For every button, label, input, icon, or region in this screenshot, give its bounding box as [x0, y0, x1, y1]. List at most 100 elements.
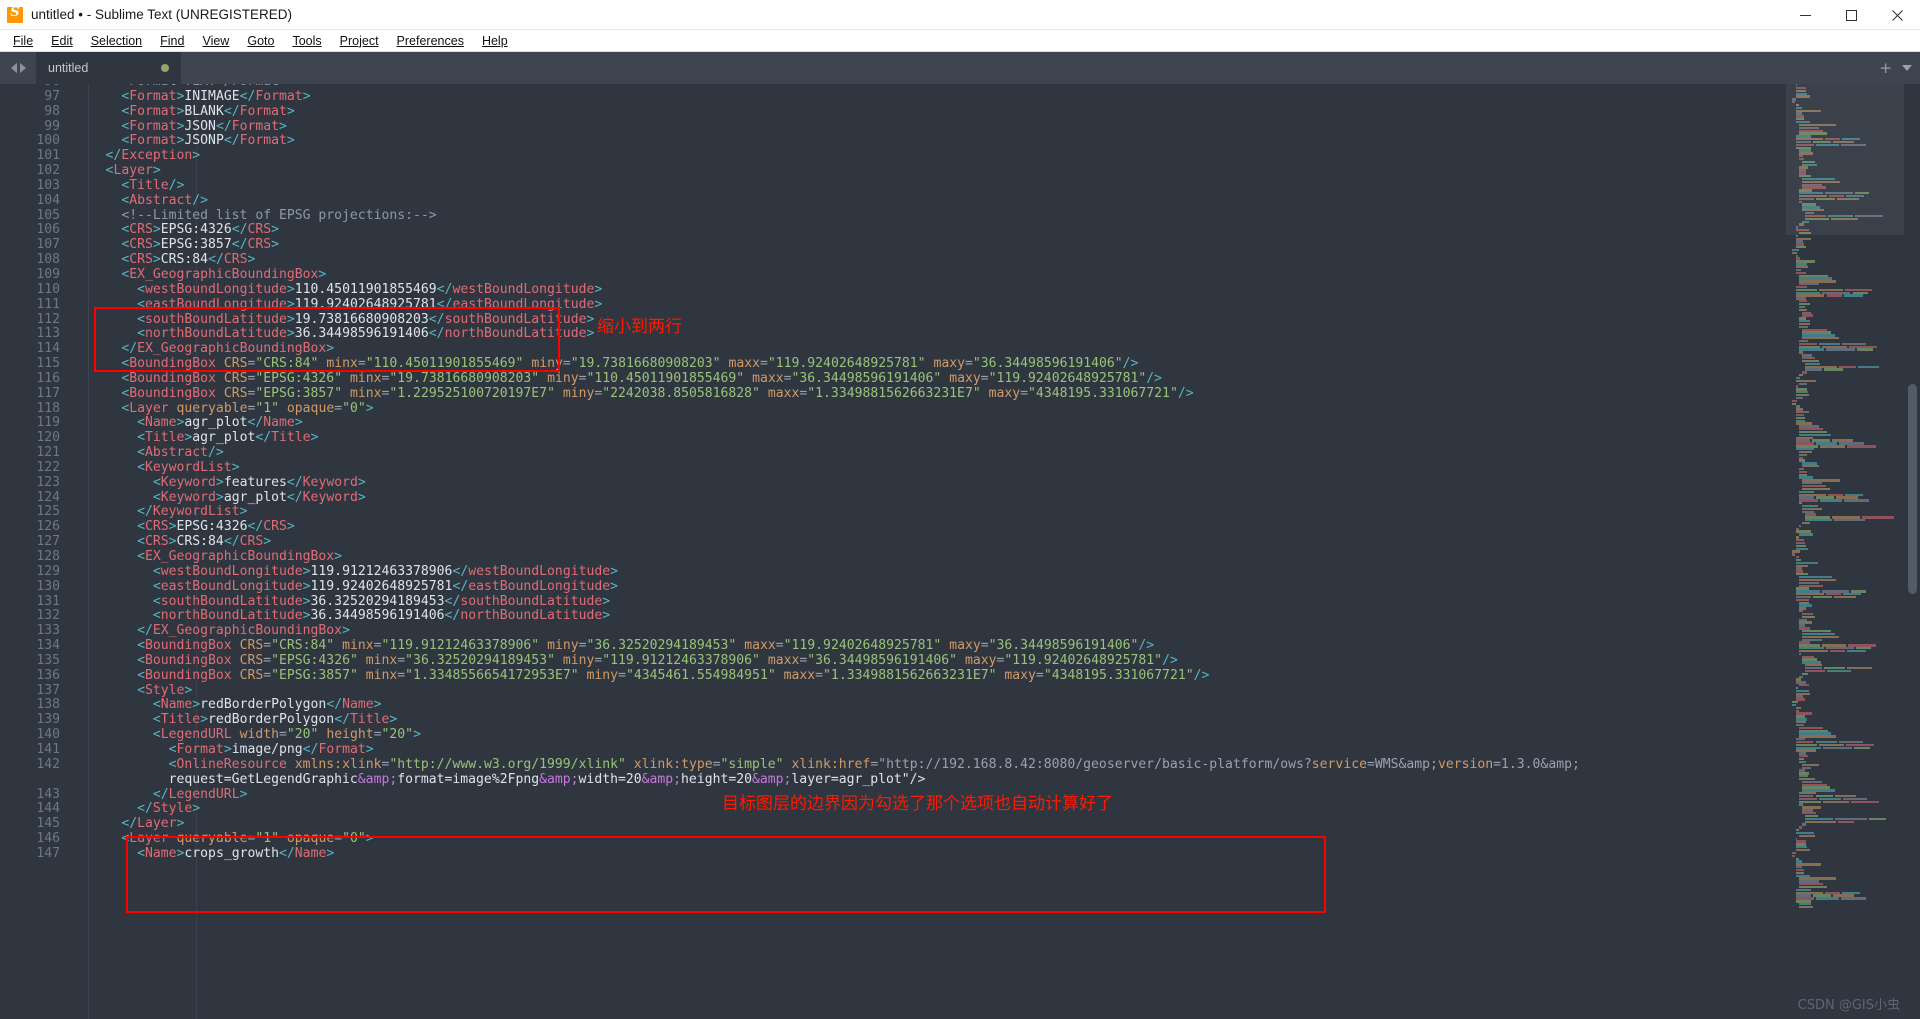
line-number: 147	[36, 845, 60, 861]
code-line[interactable]: 114 </EX_GeographicBoundingBox>	[0, 341, 1920, 357]
menu-item-preferences[interactable]: Preferences	[388, 30, 473, 52]
code-line[interactable]: 117 <BoundingBox CRS="EPSG:3857" minx="1…	[0, 386, 1920, 402]
code-line[interactable]: 112 <southBoundLatitude>19.7381668090820…	[0, 311, 1920, 328]
code-line[interactable]: 129 <westBoundLongitude>119.912124633789…	[0, 564, 1920, 580]
code-line[interactable]: 119 <Name>agr_plot</Name>	[0, 415, 1920, 431]
menu-item-file[interactable]: File	[4, 30, 42, 52]
code-line[interactable]: 135 <BoundingBox CRS="EPSG:4326" minx="3…	[0, 652, 1920, 669]
code-line[interactable]: 98 <Format>BLANK</Format>	[0, 104, 1920, 120]
menu-item-goto[interactable]: Goto	[238, 30, 283, 52]
code-line[interactable]: 121 <Abstract/>	[0, 445, 1920, 461]
code-line[interactable]: 111 <eastBoundLongitude>119.924026489257…	[0, 297, 1920, 313]
code-line[interactable]: 109 <EX_GeographicBoundingBox>	[0, 267, 1920, 283]
code-line[interactable]: 110 <westBoundLongitude>110.450119018554…	[0, 282, 1920, 298]
code-line[interactable]: 123 <Keyword>features</Keyword>	[0, 474, 1920, 491]
code-line[interactable]: 107 <CRS>EPSG:3857</CRS>	[0, 237, 1920, 253]
code-line[interactable]: 102 <Layer>	[0, 163, 1920, 179]
code-line[interactable]: 127 <CRS>CRS:84</CRS>	[0, 534, 1920, 550]
code-line[interactable]: 138 <Name>redBorderPolygon</Name>	[0, 698, 1920, 713]
line-number: 126	[36, 519, 60, 535]
line-number: 106	[36, 222, 60, 238]
code-line[interactable]: 137 <Style>	[0, 683, 1920, 699]
code-line[interactable]: 130 <eastBoundLongitude>119.924026489257…	[0, 579, 1920, 595]
menu-item-tools[interactable]: Tools	[283, 30, 330, 52]
code-content[interactable]: 96 <Format>TEXT</Format>97 <Format>INIMA…	[0, 84, 1920, 1019]
new-tab-button[interactable]: +	[1879, 60, 1892, 76]
line-content: <Layer queryable="1" opaque="0">	[121, 400, 374, 416]
code-line[interactable]: 140 <LegendURL width="20" height="20">	[0, 727, 1920, 743]
code-line[interactable]: 103 <Title/>	[0, 177, 1920, 194]
code-line[interactable]: 125 </KeywordList>	[0, 505, 1920, 520]
line-number: 136	[36, 667, 60, 683]
line-content: <BoundingBox CRS="CRS:84" minx="110.4501…	[121, 356, 1139, 372]
tab-bar-actions: +	[1879, 52, 1912, 84]
maximize-button[interactable]	[1828, 0, 1874, 30]
vertical-scrollbar[interactable]	[1907, 84, 1918, 1019]
code-line[interactable]: 128 <EX_GeographicBoundingBox>	[0, 549, 1920, 565]
line-number: 105	[36, 207, 60, 223]
menu-item-view[interactable]: View	[193, 30, 238, 52]
code-line[interactable]: 115 <BoundingBox CRS="CRS:84" minx="110.…	[0, 356, 1920, 372]
code-line[interactable]: 113 <northBoundLatitude>36.3449859619140…	[0, 326, 1920, 342]
tab-navigation-arrows[interactable]	[0, 52, 36, 84]
code-line[interactable]: 106 <CRS>EPSG:4326</CRS>	[0, 223, 1920, 238]
editor-pane[interactable]: 96 <Format>TEXT</Format>97 <Format>INIMA…	[0, 84, 1920, 1019]
code-line[interactable]: 146 <Layer queryable="1" opaque="0">	[0, 831, 1920, 847]
code-line[interactable]: 142 <OnlineResource xmlns:xlink="http://…	[0, 757, 1920, 773]
code-line[interactable]: 145 </Layer>	[0, 816, 1920, 832]
code-line[interactable]: 104 <Abstract/>	[0, 193, 1920, 209]
code-line[interactable]: request=GetLegendGraphic&amp;format=imag…	[0, 772, 1920, 788]
code-line[interactable]: 139 <Title>redBorderPolygon</Title>	[0, 712, 1920, 728]
code-line[interactable]: 133 </EX_GeographicBoundingBox>	[0, 623, 1920, 639]
line-number: 118	[36, 400, 60, 416]
code-line[interactable]: 108 <CRS>CRS:84</CRS>	[0, 252, 1920, 268]
code-line[interactable]: 147 <Name>crops_growth</Name>	[0, 845, 1920, 862]
code-line[interactable]: 116 <BoundingBox CRS="EPSG:4326" minx="1…	[0, 371, 1920, 387]
menu-item-project[interactable]: Project	[331, 30, 388, 52]
code-line[interactable]: 105 <!--Limited list of EPSG projections…	[0, 207, 1920, 224]
code-line[interactable]: 122 <KeywordList>	[0, 459, 1920, 476]
line-number: 114	[36, 341, 60, 357]
line-number: 122	[36, 459, 60, 475]
tab-prev-arrow-icon[interactable]	[10, 63, 17, 73]
line-number: 140	[36, 727, 60, 743]
minimize-button[interactable]	[1782, 0, 1828, 30]
code-line[interactable]: 131 <southBoundLatitude>36.3252029418945…	[0, 594, 1920, 610]
line-content: <CRS>EPSG:4326</CRS>	[121, 222, 280, 238]
line-number: 139	[36, 712, 60, 728]
line-content: <northBoundLatitude>36.34498596191406</n…	[137, 326, 595, 342]
code-line[interactable]: 134 <BoundingBox CRS="CRS:84" minx="119.…	[0, 638, 1920, 654]
line-number: 135	[36, 652, 60, 668]
line-content: <Keyword>agr_plot</Keyword>	[152, 489, 366, 505]
line-content: <Abstract/>	[137, 445, 224, 461]
line-number: 103	[36, 177, 60, 193]
menu-item-edit[interactable]: Edit	[42, 30, 82, 52]
minimap[interactable]	[1786, 84, 1904, 1019]
code-line[interactable]: 136 <BoundingBox CRS="EPSG:3857" minx="1…	[0, 667, 1920, 684]
line-content: </Layer>	[121, 816, 185, 832]
menu-item-help[interactable]: Help	[473, 30, 517, 52]
code-line[interactable]: 132 <northBoundLatitude>36.3449859619140…	[0, 608, 1920, 624]
code-line[interactable]: 120 <Title>agr_plot</Title>	[0, 430, 1920, 446]
code-line[interactable]: 97 <Format>INIMAGE</Format>	[0, 89, 1920, 105]
code-line[interactable]: 141 <Format>image/png</Format>	[0, 742, 1920, 758]
tab-untitled[interactable]: untitled	[36, 52, 181, 84]
line-content: <EX_GeographicBoundingBox>	[137, 549, 343, 564]
tab-list-dropdown-icon[interactable]	[1902, 65, 1912, 71]
code-line[interactable]: 124 <Keyword>agr_plot</Keyword>	[0, 489, 1920, 506]
code-line[interactable]: 99 <Format>JSON</Format>	[0, 118, 1920, 135]
line-number: 99	[44, 118, 60, 134]
code-line[interactable]: 118 <Layer queryable="1" opaque="0">	[0, 400, 1920, 417]
code-line[interactable]: 101 </Exception>	[0, 148, 1920, 164]
tab-next-arrow-icon[interactable]	[19, 63, 26, 73]
code-line[interactable]: 100 <Format>JSONP</Format>	[0, 133, 1920, 149]
code-line[interactable]: 126 <CRS>EPSG:4326</CRS>	[0, 519, 1920, 535]
menu-item-find[interactable]: Find	[151, 30, 193, 52]
menu-item-selection[interactable]: Selection	[82, 30, 151, 52]
vertical-scrollbar-thumb[interactable]	[1908, 384, 1917, 594]
line-content: </EX_GeographicBoundingBox>	[121, 341, 335, 357]
line-content: <southBoundLatitude>19.73816680908203</s…	[137, 311, 595, 327]
close-button[interactable]	[1874, 0, 1920, 30]
line-number: 123	[36, 474, 60, 490]
tab-label: untitled	[48, 61, 89, 75]
